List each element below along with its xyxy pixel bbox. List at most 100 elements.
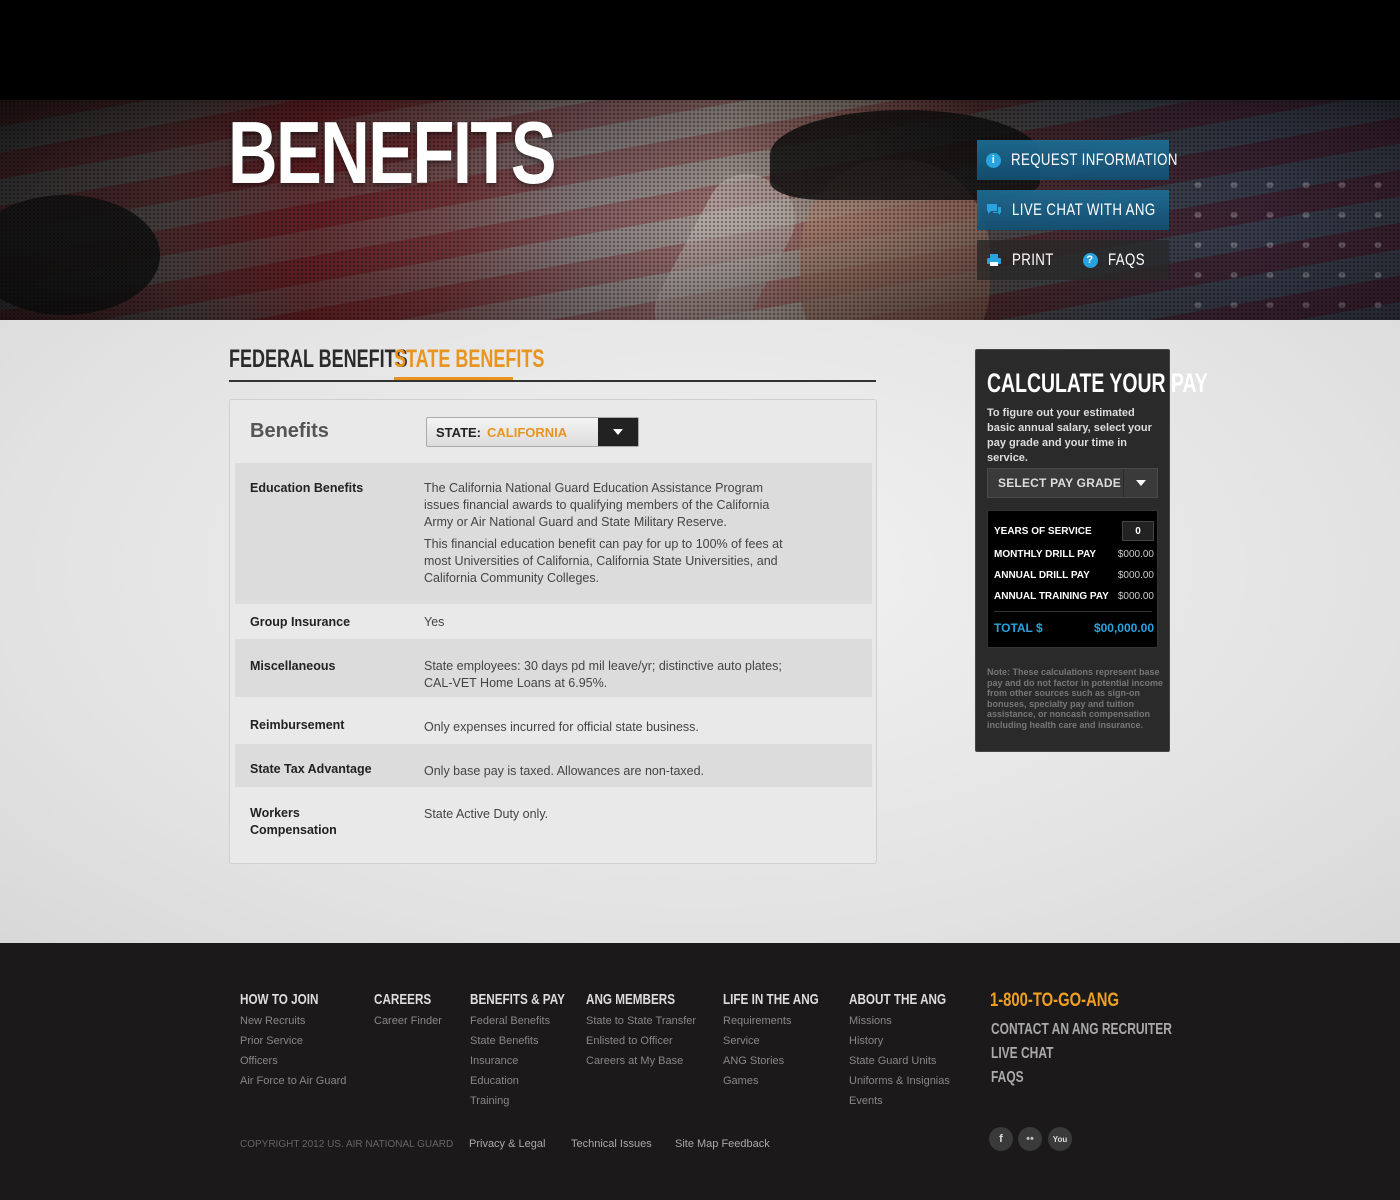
footer-link[interactable]: Prior Service	[240, 1031, 346, 1051]
row-value: Yes	[424, 615, 445, 629]
pay-grade-dropdown[interactable]: SELECT PAY GRADE	[987, 468, 1158, 498]
row-value-paragraph: This financial education benefit can pay…	[424, 537, 783, 585]
contact-recruiter-link[interactable]: CONTACT AN ANG RECRUITER	[991, 1021, 1172, 1039]
print-button[interactable]: PRINT	[977, 240, 1073, 280]
phone-number[interactable]: 1-800-TO-GO-ANG	[990, 990, 1119, 1012]
pay-grade-placeholder: SELECT PAY GRADE	[998, 476, 1122, 490]
footer-live-chat-link[interactable]: LIVE CHAT	[991, 1045, 1053, 1063]
table-row: Education Benefits The California Nation…	[235, 463, 872, 604]
footer-link[interactable]: Events	[849, 1091, 973, 1111]
hero-banner	[0, 100, 1400, 320]
footer-heading[interactable]: BENEFITS & PAY	[470, 991, 565, 1011]
footer	[0, 943, 1400, 1200]
annual-drill-label: ANNUAL DRILL PAY	[994, 570, 1090, 581]
footer-link[interactable]: Service	[723, 1031, 846, 1051]
table-row: Workers Compensation State Active Duty o…	[235, 787, 872, 857]
benefits-title: Benefits	[250, 420, 329, 442]
table-row: Group Insurance Yes	[235, 604, 872, 639]
footer-link[interactable]: Careers at My Base	[586, 1051, 700, 1071]
footer-link[interactable]: Air Force to Air Guard	[240, 1071, 346, 1091]
footer-heading[interactable]: ANG MEMBERS	[586, 991, 675, 1011]
youtube-icon[interactable]: You	[1048, 1127, 1072, 1151]
tab-federal-benefits[interactable]: FEDERAL BENEFITS	[229, 345, 408, 382]
active-tab-indicator	[394, 377, 513, 380]
row-value: State employees: 30 days pd mil leave/yr…	[424, 659, 782, 690]
footer-link[interactable]: ANG Stories	[723, 1051, 846, 1071]
footer-column-careers: CAREERS Career Finder	[374, 991, 447, 1031]
flickr-icon[interactable]: ••	[1018, 1127, 1042, 1151]
footer-faqs-link[interactable]: FAQS	[991, 1069, 1024, 1087]
annual-drill-row: ANNUAL DRILL PAY $000.00	[994, 570, 1154, 581]
footer-link[interactable]: Enlisted to Officer	[586, 1031, 700, 1051]
chevron-down-icon[interactable]	[1123, 469, 1157, 497]
chevron-down-icon[interactable]	[598, 418, 638, 446]
chat-bubble-icon	[986, 202, 1002, 218]
question-icon: ?	[1082, 252, 1098, 268]
footer-link[interactable]: Education	[470, 1071, 592, 1091]
pay-calculator: CALCULATE YOUR PAY To figure out your es…	[975, 349, 1208, 752]
footer-link[interactable]: Federal Benefits	[470, 1011, 592, 1031]
footer-link[interactable]: Officers	[240, 1051, 346, 1071]
row-label: Workers Compensation	[250, 806, 337, 837]
years-of-service-row: YEARS OF SERVICE 0	[994, 521, 1154, 541]
calculator-description: To figure out your estimated basic annua…	[987, 407, 1152, 464]
faqs-button[interactable]: ? FAQS	[1073, 240, 1169, 280]
footer-link[interactable]: Uniforms & Insignias	[849, 1071, 973, 1091]
benefit-tabs: FEDERAL BENEFITS STATE BENEFITS	[229, 345, 876, 382]
row-label: Reimbursement	[250, 718, 345, 732]
annual-training-row: ANNUAL TRAINING PAY $000.00	[994, 591, 1154, 602]
benefits-table: Education Benefits The California Nation…	[235, 463, 872, 857]
live-chat-button[interactable]: LIVE CHAT WITH ANG	[977, 190, 1169, 230]
total-label: TOTAL $	[994, 621, 1043, 635]
row-label: State Tax Advantage	[250, 762, 372, 776]
technical-issues-link[interactable]: Technical Issues	[571, 1138, 652, 1150]
footer-link[interactable]: Games	[723, 1071, 846, 1091]
state-value: CALIFORNIA	[487, 424, 568, 440]
row-label: Education Benefits	[250, 481, 364, 495]
info-icon: i	[986, 152, 1001, 168]
footer-link[interactable]: Requirements	[723, 1011, 846, 1031]
row-value-paragraph: The California National Guard Education …	[424, 481, 770, 529]
footer-link[interactable]: New Recruits	[240, 1011, 346, 1031]
footer-column-benefits-pay: BENEFITS & PAY Federal Benefits State Be…	[470, 991, 592, 1111]
years-input[interactable]: 0	[1122, 521, 1154, 541]
calculator-note: Note: These calculations represent base …	[987, 667, 1164, 730]
footer-column-how-to-join: HOW TO JOIN New Recruits Prior Service O…	[240, 991, 346, 1091]
table-row: State Tax Advantage Only base pay is tax…	[235, 744, 872, 787]
pay-results: YEARS OF SERVICE 0 MONTHLY DRILL PAY $00…	[987, 510, 1158, 648]
row-value: Only base pay is taxed. Allowances are n…	[424, 764, 705, 778]
print-label: PRINT	[1012, 250, 1054, 269]
footer-link[interactable]: History	[849, 1031, 973, 1051]
benefits-panel: Benefits STATE: CALIFORNIA Education Ben…	[229, 399, 877, 864]
footer-heading[interactable]: CAREERS	[374, 991, 431, 1011]
footer-link[interactable]: State to State Transfer	[586, 1011, 700, 1031]
row-value: The California National Guard Education …	[424, 480, 799, 587]
privacy-legal-link[interactable]: Privacy & Legal	[469, 1138, 545, 1150]
footer-heading[interactable]: LIFE IN THE ANG	[723, 991, 819, 1011]
footer-link[interactable]: State Guard Units	[849, 1051, 973, 1071]
copyright: COPYRIGHT 2012 US. AIR NATIONAL GUARD	[240, 1139, 454, 1150]
annual-training-value: $000.00	[1117, 591, 1154, 602]
printer-icon	[986, 252, 1002, 268]
page-title: BENEFITS	[228, 103, 557, 202]
top-bar	[0, 0, 1400, 100]
state-dropdown[interactable]: STATE: CALIFORNIA	[426, 417, 639, 447]
footer-link[interactable]: Career Finder	[374, 1011, 447, 1031]
monthly-drill-label: MONTHLY DRILL PAY	[994, 549, 1097, 560]
footer-heading[interactable]: HOW TO JOIN	[240, 991, 323, 1011]
footer-link[interactable]: State Benefits	[470, 1031, 592, 1051]
footer-heading[interactable]: ABOUT THE ANG	[849, 991, 946, 1011]
table-row: Miscellaneous State employees: 30 days p…	[235, 639, 872, 697]
facebook-icon[interactable]: f	[989, 1127, 1013, 1151]
table-row: Reimbursement Only expenses incurred for…	[235, 697, 872, 744]
row-value: State Active Duty only.	[424, 807, 549, 821]
site-map-feedback-link[interactable]: Site Map Feedback	[675, 1138, 770, 1150]
request-information-button[interactable]: i REQUEST INFORMATION	[977, 140, 1177, 180]
total-value: $00,000.00	[1093, 621, 1154, 635]
hero-halftone	[0, 100, 1400, 320]
footer-link[interactable]: Insurance	[470, 1051, 592, 1071]
footer-column-ang-members: ANG MEMBERS State to State Transfer Enli…	[586, 991, 700, 1071]
footer-link[interactable]: Missions	[849, 1011, 973, 1031]
live-chat-label: LIVE CHAT WITH ANG	[1012, 200, 1156, 219]
footer-link[interactable]: Training	[470, 1091, 592, 1111]
